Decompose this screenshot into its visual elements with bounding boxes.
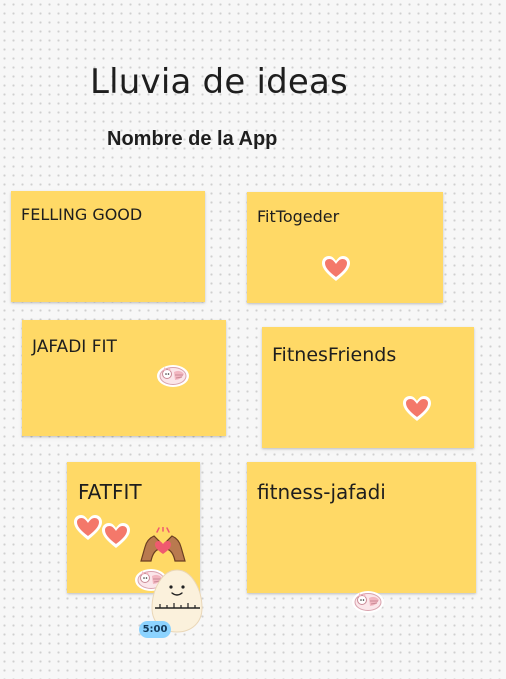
sticky-note-text: fitness-jafadi xyxy=(257,480,386,504)
heart-icon[interactable] xyxy=(101,522,131,550)
sticky-note[interactable]: FELLING GOOD xyxy=(11,191,205,302)
sticky-note-text: JAFADI FIT xyxy=(32,337,117,357)
sticky-note-text: FATFIT xyxy=(78,480,142,504)
heart-hands-icon[interactable] xyxy=(139,527,187,563)
heart-icon[interactable] xyxy=(321,255,351,283)
cat-sticker-icon[interactable] xyxy=(350,587,386,615)
sticky-note[interactable]: fitness-jafadi xyxy=(247,462,476,593)
heart-icon[interactable] xyxy=(402,395,432,423)
board-subtitle[interactable]: Nombre de la App xyxy=(107,128,277,151)
timer-badge[interactable]: 5:00 xyxy=(139,621,171,638)
cat-sticker-icon[interactable] xyxy=(155,361,191,389)
heart-icon[interactable] xyxy=(73,514,103,542)
sticky-note-text: FitnesFriends xyxy=(272,344,397,366)
sticky-note[interactable]: FitnesFriends xyxy=(262,327,474,448)
sticky-note-text: FELLING GOOD xyxy=(21,205,143,224)
sticky-note[interactable]: FitTogeder xyxy=(247,192,443,303)
sticky-note-text: FitTogeder xyxy=(257,207,340,226)
sticky-note[interactable]: JAFADI FIT xyxy=(22,320,226,436)
board-title[interactable]: Lluvia de ideas xyxy=(90,62,348,102)
